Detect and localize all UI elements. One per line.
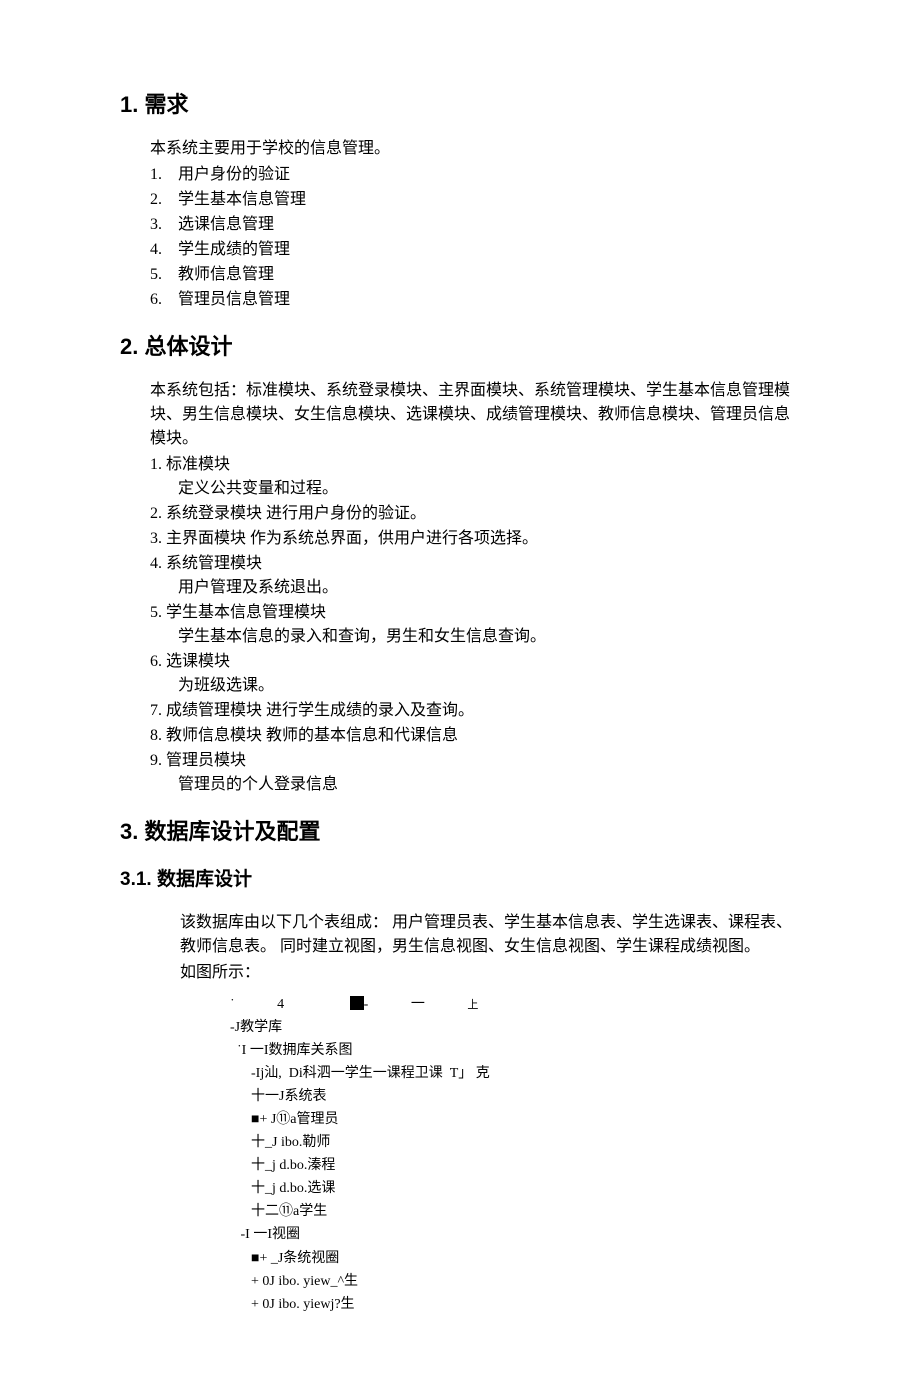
tree-row: -I 一I视圈	[230, 1223, 800, 1246]
item-text: 成绩管理模块 进行学生成绩的录入及查询。	[166, 702, 474, 719]
item-text: 学生基本信息管理	[178, 191, 306, 208]
item-num: 9.	[150, 752, 162, 769]
database-tree-diagram: ˙ 4 - 一 上 -J教学库 ˙I 一I数拥库关系图 -Ij汕, Di科泗一学…	[230, 993, 800, 1316]
tree-row: + 0J ibo. yiewj?生	[230, 1293, 800, 1316]
tree-row: 十_j d.bo.选课	[230, 1177, 800, 1200]
section-1-body: 本系统主要用于学校的信息管理。 1.用户身份的验证 2.学生基本信息管理 3.选…	[150, 137, 800, 312]
item-sub: 学生基本信息的录入和查询，男生和女生信息查询。	[150, 625, 800, 649]
list-item: 3.选课信息管理	[150, 213, 800, 237]
item-text: 教师信息模块 教师的基本信息和代课信息	[166, 727, 458, 744]
section-3-1-body: 该数据库由以下几个表组成： 用户管理员表、学生基本信息表、学生选课表、课程表、教…	[180, 911, 800, 1316]
tree-row: 十二⑪a学生	[230, 1200, 800, 1223]
item-num: 2.	[150, 505, 162, 522]
list-item: 1.用户身份的验证	[150, 163, 800, 187]
section-2-list: 1. 标准模块 定义公共变量和过程。 2. 系统登录模块 进行用户身份的验证。 …	[150, 453, 800, 797]
item-text: 选课模块	[166, 653, 230, 670]
section-3-1-num: 3.1.	[120, 869, 152, 890]
item-num: 6.	[150, 288, 178, 312]
tree-row: -Ij汕, Di科泗一学生一课程卫课 T」 克	[230, 1062, 800, 1085]
item-text: 系统登录模块 进行用户身份的验证。	[166, 505, 426, 522]
list-item: 8. 教师信息模块 教师的基本信息和代课信息	[150, 724, 800, 748]
section-2-heading: 2. 总体设计	[120, 330, 800, 363]
item-text: 主界面模块 作为系统总界面，供用户进行各项选择。	[166, 530, 538, 547]
section-3-heading: 3. 数据库设计及配置	[120, 815, 800, 848]
list-item: 6. 选课模块 为班级选课。	[150, 650, 800, 698]
item-text: 系统管理模块	[166, 555, 262, 572]
item-text: 标准模块	[166, 456, 230, 473]
section-1-title: 需求	[144, 92, 188, 117]
tree-row: ■+ _J条统视圈	[230, 1247, 800, 1270]
section-2-title: 总体设计	[144, 334, 232, 359]
item-num: 3.	[150, 530, 162, 547]
section-1-list: 1.用户身份的验证 2.学生基本信息管理 3.选课信息管理 4.学生成绩的管理 …	[150, 163, 800, 312]
section-2-intro: 本系统包括：标准模块、系统登录模块、主界面模块、系统管理模块、学生基本信息管理模…	[150, 379, 800, 451]
tree-row: ˙I 一I数拥库关系图	[230, 1039, 800, 1062]
list-item: 2. 系统登录模块 进行用户身份的验证。	[150, 502, 800, 526]
section-3-title: 数据库设计及配置	[144, 819, 320, 844]
tree-row: 十一J系统表	[230, 1085, 800, 1108]
list-item: 4.学生成绩的管理	[150, 238, 800, 262]
item-num: 6.	[150, 653, 162, 670]
item-sub: 定义公共变量和过程。	[150, 477, 800, 501]
tree-row: -J教学库	[230, 1016, 800, 1039]
section-2-body: 本系统包括：标准模块、系统登录模块、主界面模块、系统管理模块、学生基本信息管理模…	[150, 379, 800, 797]
section-1-num: 1.	[120, 92, 138, 117]
item-num: 1.	[150, 163, 178, 187]
item-num: 2.	[150, 188, 178, 212]
section-1-heading: 1. 需求	[120, 88, 800, 121]
list-item: 1. 标准模块 定义公共变量和过程。	[150, 453, 800, 501]
item-text: 用户身份的验证	[178, 166, 290, 183]
tree-row: ■+ J⑪a管理员	[230, 1108, 800, 1131]
item-num: 5.	[150, 263, 178, 287]
item-text: 学生基本信息管理模块	[166, 604, 326, 621]
list-item: 9. 管理员模块 管理员的个人登录信息	[150, 749, 800, 797]
list-item: 5.教师信息管理	[150, 263, 800, 287]
section-2-num: 2.	[120, 334, 138, 359]
list-item: 5. 学生基本信息管理模块 学生基本信息的录入和查询，男生和女生信息查询。	[150, 601, 800, 649]
section-3-1-para2: 如图所示：	[180, 961, 800, 985]
item-num: 7.	[150, 702, 162, 719]
item-num: 3.	[150, 213, 178, 237]
item-sub: 为班级选课。	[150, 674, 800, 698]
section-3-1-para1: 该数据库由以下几个表组成： 用户管理员表、学生基本信息表、学生选课表、课程表、教…	[180, 911, 800, 959]
item-num: 1.	[150, 456, 162, 473]
tree-row: 十_j d.bo.溱程	[230, 1154, 800, 1177]
tree-top-row: ˙ 4 - 一 上	[230, 993, 800, 1016]
black-square-icon	[350, 996, 364, 1010]
section-3-1-heading: 3.1. 数据库设计	[120, 866, 800, 895]
item-text: 管理员模块	[166, 752, 246, 769]
item-text: 教师信息管理	[178, 266, 274, 283]
list-item: 3. 主界面模块 作为系统总界面，供用户进行各项选择。	[150, 527, 800, 551]
item-text: 管理员信息管理	[178, 291, 290, 308]
list-item: 4. 系统管理模块 用户管理及系统退出。	[150, 552, 800, 600]
item-text: 学生成绩的管理	[178, 241, 290, 258]
tree-row: + 0J ibo. yiew_^生	[230, 1270, 800, 1293]
list-item: 2.学生基本信息管理	[150, 188, 800, 212]
item-num: 8.	[150, 727, 162, 744]
item-sub: 用户管理及系统退出。	[150, 576, 800, 600]
section-3-num: 3.	[120, 819, 138, 844]
item-num: 4.	[150, 238, 178, 262]
item-num: 4.	[150, 555, 162, 572]
item-num: 5.	[150, 604, 162, 621]
list-item: 6.管理员信息管理	[150, 288, 800, 312]
list-item: 7. 成绩管理模块 进行学生成绩的录入及查询。	[150, 699, 800, 723]
item-text: 选课信息管理	[178, 216, 274, 233]
section-1-intro: 本系统主要用于学校的信息管理。	[150, 137, 800, 161]
section-3-1-title: 数据库设计	[157, 869, 252, 890]
item-sub: 管理员的个人登录信息	[150, 773, 800, 797]
tree-row: 十_J ibo.勒师	[230, 1131, 800, 1154]
